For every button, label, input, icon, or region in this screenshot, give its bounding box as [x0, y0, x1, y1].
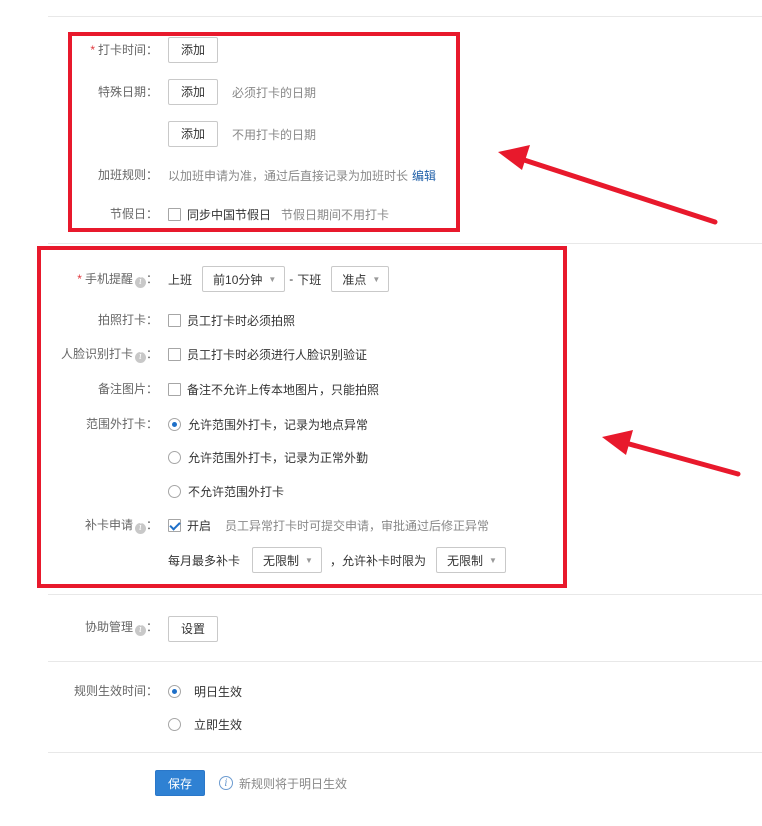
assist-label-text: 协助管理 — [84, 620, 133, 634]
divider — [48, 752, 762, 753]
save-note: 新规则将于明日生效 — [239, 776, 348, 791]
divider — [48, 661, 762, 662]
highlight-box-1 — [68, 32, 460, 232]
assist-label: 协助管理 i： — [84, 620, 158, 636]
info-icon: i — [219, 776, 234, 790]
divider — [48, 16, 762, 17]
effective-label: 规则生效时间： — [73, 684, 158, 698]
effective-option-radio[interactable] — [168, 684, 181, 698]
info-icon[interactable]: i — [134, 625, 146, 636]
save-button[interactable]: 保存 — [155, 770, 206, 796]
effective-row: 规则生效时间： 明日生效 — [0, 677, 762, 705]
effective-option-radio[interactable] — [168, 717, 181, 731]
effective-option-label: 立即生效 — [194, 717, 243, 732]
effective-row-2: 立即生效 — [0, 710, 762, 738]
highlight-box-2 — [37, 246, 567, 588]
divider — [48, 594, 762, 595]
divider — [48, 243, 762, 244]
assist-row: 协助管理 i： 设置 — [0, 613, 762, 642]
footer-row: 保存 i 新规则将于明日生效 — [0, 769, 762, 797]
assist-settings-button[interactable]: 设置 — [168, 616, 219, 642]
effective-option-label: 明日生效 — [194, 684, 243, 699]
